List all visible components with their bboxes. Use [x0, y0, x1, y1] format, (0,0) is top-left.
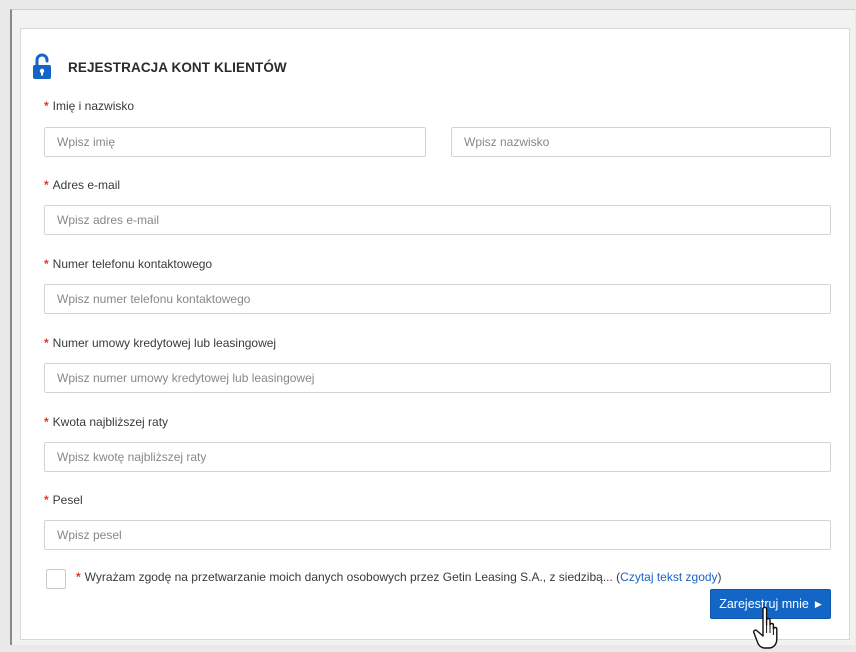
last-name-input[interactable]	[451, 127, 831, 157]
name-label: * Imię i nazwisko	[44, 99, 135, 113]
read-consent-link[interactable]: Czytaj tekst zgody	[620, 570, 717, 584]
page-title: REJESTRACJA KONT KLIENTÓW	[68, 59, 287, 75]
email-label: * Adres e-mail	[44, 178, 121, 192]
arrow-right-icon: ▶	[814, 598, 822, 609]
consent-checkbox[interactable]	[46, 569, 66, 589]
contract-label: * Numer umowy kredytowej lub leasingowej	[44, 336, 277, 350]
pesel-input[interactable]	[44, 520, 831, 550]
required-mark: *	[44, 415, 49, 429]
contract-number-input[interactable]	[44, 363, 831, 393]
hand-pointer-icon	[752, 606, 778, 649]
required-mark: *	[44, 336, 49, 350]
form-header: REJESTRACJA KONT KLIENTÓW	[32, 52, 287, 82]
lock-open-icon	[32, 53, 52, 81]
required-mark: *	[44, 257, 49, 271]
required-mark: *	[76, 570, 81, 584]
required-mark: *	[44, 178, 49, 192]
consent-text: * Wyrażam zgodę na przetwarzanie moich da…	[76, 570, 722, 584]
installment-label: * Kwota najbliższej raty	[44, 415, 169, 429]
phone-input[interactable]	[44, 284, 831, 314]
required-mark: *	[44, 99, 49, 113]
first-name-input[interactable]	[44, 127, 426, 157]
required-mark: *	[44, 493, 49, 507]
email-input[interactable]	[44, 205, 831, 235]
pesel-label: * Pesel	[44, 493, 83, 507]
phone-label: * Numer telefonu kontaktowego	[44, 257, 213, 271]
installment-amount-input[interactable]	[44, 442, 831, 472]
